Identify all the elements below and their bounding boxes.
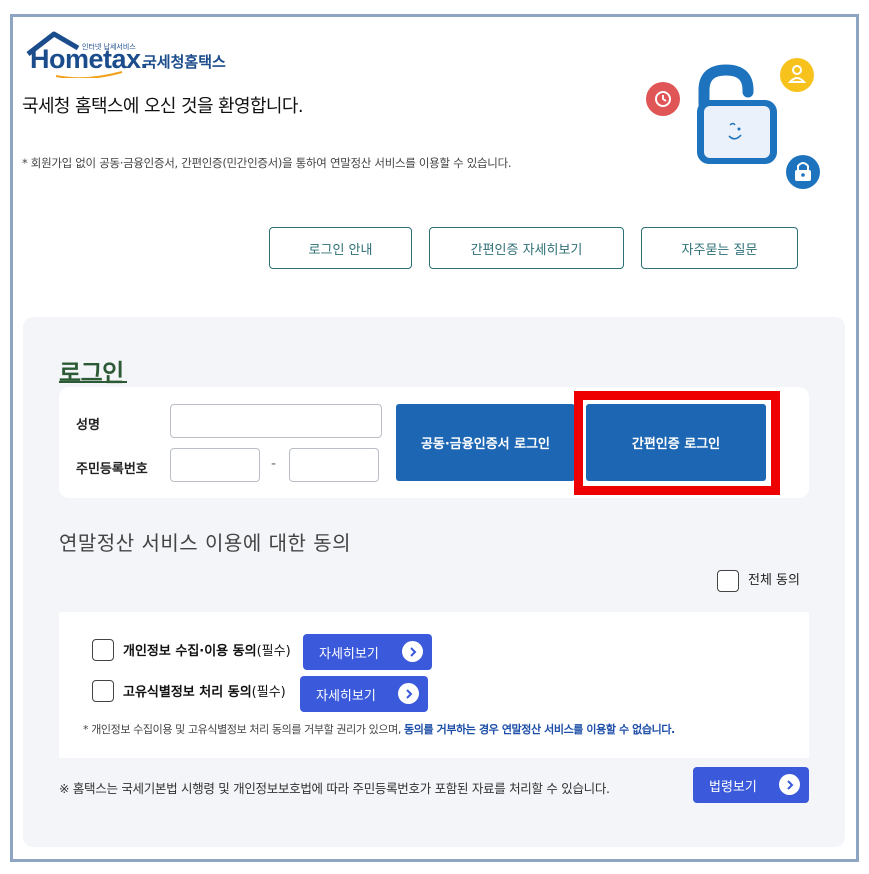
logo-korean-name: 국세청홈택스: [143, 53, 226, 71]
rrn-back-input[interactable]: [289, 448, 379, 482]
unique-id-consent-checkbox[interactable]: [92, 680, 114, 702]
privacy-consent-checkbox[interactable]: [92, 639, 114, 661]
detail-button-label: 자세히보기: [319, 646, 379, 662]
law-notice: ※ 홈택스는 국세기본법 시행령 및 개인정보보호법에 따라 주민등록번호가 포…: [59, 781, 610, 796]
faq-button[interactable]: 자주묻는 질문: [641, 227, 798, 269]
name-label: 성명: [76, 418, 100, 433]
simple-auth-login-button[interactable]: 간편인증 로그인: [586, 404, 766, 481]
login-title-underline: [59, 381, 127, 383]
rrn-dash: -: [271, 456, 277, 472]
chevron-right-icon: [779, 774, 800, 795]
privacy-detail-button[interactable]: 자세히보기: [303, 634, 432, 670]
unique-id-consent-label: 고유식별정보 처리 동의(필수): [123, 685, 286, 700]
law-view-button[interactable]: 법령보기: [693, 767, 809, 803]
all-agree-checkbox[interactable]: [717, 570, 739, 592]
law-button-label: 법령보기: [709, 779, 757, 795]
chevron-right-icon: [398, 683, 419, 704]
chevron-right-icon: [402, 641, 423, 662]
unique-id-detail-button[interactable]: 자세히보기: [300, 676, 428, 712]
small-lock-icon: [786, 155, 820, 189]
user-icon: [780, 58, 814, 92]
padlock-illustration: [646, 58, 820, 189]
logo-brand: Hometax.: [30, 44, 148, 74]
detail-button-label: 자세히보기: [316, 688, 376, 704]
consent-fine-print: * 개인정보 수집이용 및 고유식별정보 처리 동의를 거부할 권리가 있으며,…: [83, 723, 675, 736]
rrn-front-input[interactable]: [170, 448, 260, 482]
consent-title: 연말정산 서비스 이용에 대한 동의: [59, 531, 352, 555]
clock-icon: [646, 82, 680, 116]
name-input[interactable]: [170, 404, 382, 438]
simple-auth-detail-button[interactable]: 간편인증 자세히보기: [429, 227, 624, 269]
service-notice: * 회원가입 없이 공동·금융인증서, 간편인증(민간인증서)을 통하여 연말정…: [22, 156, 512, 170]
all-agree-label: 전체 동의: [748, 573, 800, 588]
privacy-consent-label: 개인정보 수집·이용 동의(필수): [123, 644, 291, 659]
certificate-login-button[interactable]: 공동·금융인증서 로그인: [396, 404, 575, 481]
login-guide-button[interactable]: 로그인 안내: [269, 227, 412, 269]
rrn-label: 주민등록번호: [76, 462, 148, 477]
open-lock-icon: [697, 64, 777, 164]
welcome-heading: 국세청 홈택스에 오신 것을 환영합니다.: [22, 96, 304, 117]
